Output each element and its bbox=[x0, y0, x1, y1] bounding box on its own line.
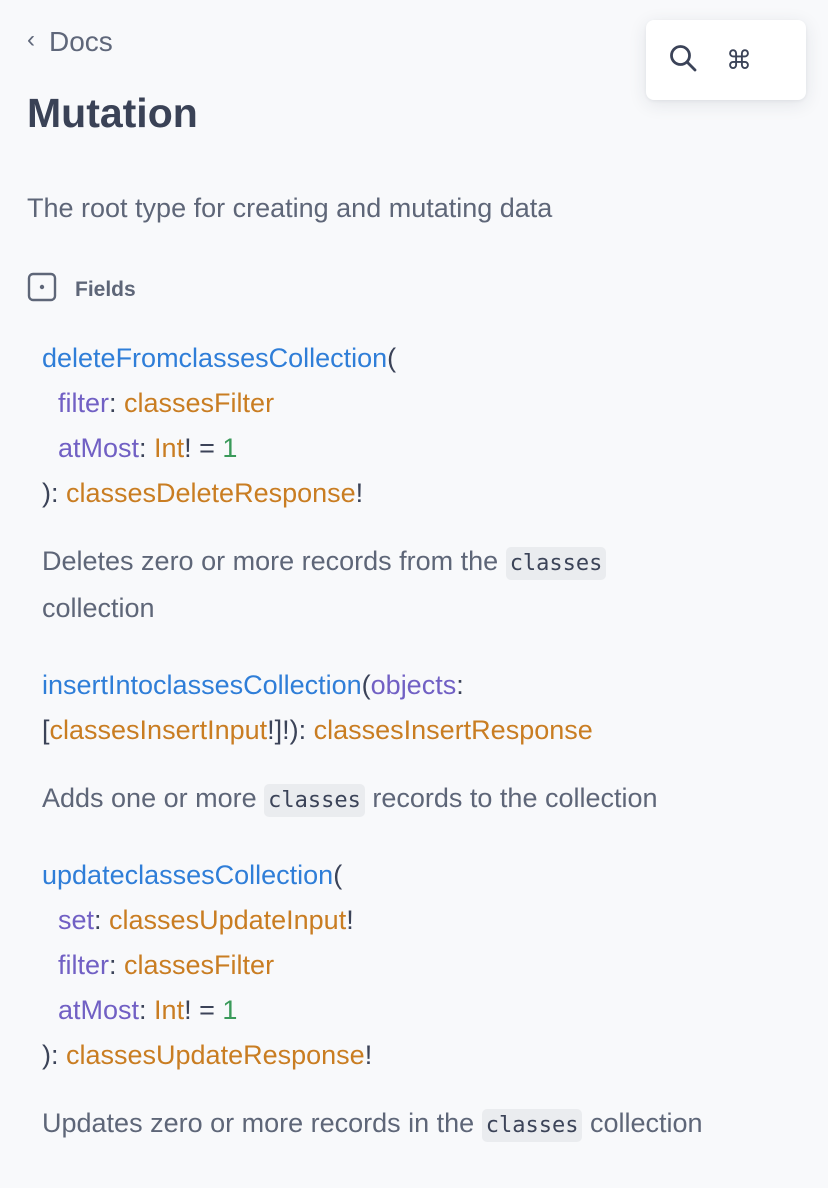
command-key-icon: ⌘ bbox=[726, 44, 752, 75]
inline-code: classes bbox=[505, 547, 607, 580]
default-value: 1 bbox=[222, 433, 238, 463]
field-signature: insertIntoclassesCollection(objects: [cl… bbox=[42, 670, 593, 745]
field-signature: updateclassesCollection( set: classesUpd… bbox=[42, 860, 373, 1070]
argument-name: objects bbox=[370, 670, 457, 700]
back-to-docs-link[interactable]: ‹ Docs bbox=[27, 26, 113, 58]
fields-section-header: Fields bbox=[27, 272, 136, 307]
type-description: The root type for creating and mutating … bbox=[27, 193, 553, 223]
argument-name: filter bbox=[58, 388, 110, 418]
field-name-link[interactable]: updateclassesCollection bbox=[42, 860, 333, 890]
page-title: Mutation bbox=[27, 90, 198, 136]
field-delete-from-classes-collection: deleteFromclassesCollection( filter: cla… bbox=[42, 336, 798, 631]
argument-name: atMost bbox=[58, 995, 140, 1025]
argument-type-link[interactable]: classesInsertInput bbox=[50, 715, 268, 745]
field-name-link[interactable]: insertIntoclassesCollection bbox=[42, 670, 362, 700]
return-type-link[interactable]: classesDeleteResponse bbox=[66, 478, 356, 508]
field-insert-into-classes-collection: insertIntoclassesCollection(objects: [cl… bbox=[42, 663, 798, 823]
back-link-label: Docs bbox=[49, 26, 113, 57]
field-description: Updates zero or more records in the clas… bbox=[42, 1101, 798, 1148]
argument-name: set bbox=[58, 905, 95, 935]
field-description: Adds one or more classes records to the … bbox=[42, 776, 798, 823]
docs-page: ‹ Docs Mutation ⌘ The root type for crea… bbox=[0, 0, 828, 1188]
inline-code: classes bbox=[264, 784, 365, 817]
argument-type-link[interactable]: classesFilter bbox=[124, 950, 274, 980]
chevron-left-icon: ‹ bbox=[27, 26, 35, 53]
fields-box-icon bbox=[27, 272, 57, 307]
return-type-link[interactable]: classesUpdateResponse bbox=[66, 1040, 365, 1070]
argument-type-link[interactable]: classesUpdateInput bbox=[109, 905, 346, 935]
argument-type-link[interactable]: Int bbox=[154, 995, 184, 1025]
fields-label: Fields bbox=[75, 277, 136, 301]
field-signature: deleteFromclassesCollection( filter: cla… bbox=[42, 343, 397, 508]
field-description: Deletes zero or more records from the cl… bbox=[42, 539, 798, 631]
inline-code: classes bbox=[481, 1109, 583, 1142]
argument-name: atMost bbox=[58, 433, 140, 463]
search-button[interactable]: ⌘ bbox=[646, 20, 806, 100]
return-type-link[interactable]: classesInsertResponse bbox=[314, 715, 593, 745]
argument-name: filter bbox=[58, 950, 110, 980]
argument-type-link[interactable]: Int bbox=[154, 433, 184, 463]
default-value: 1 bbox=[222, 995, 238, 1025]
field-update-classes-collection: updateclassesCollection( set: classesUpd… bbox=[42, 853, 798, 1148]
argument-type-link[interactable]: classesFilter bbox=[124, 388, 274, 418]
field-name-link[interactable]: deleteFromclassesCollection bbox=[42, 343, 387, 373]
search-icon bbox=[668, 43, 698, 78]
